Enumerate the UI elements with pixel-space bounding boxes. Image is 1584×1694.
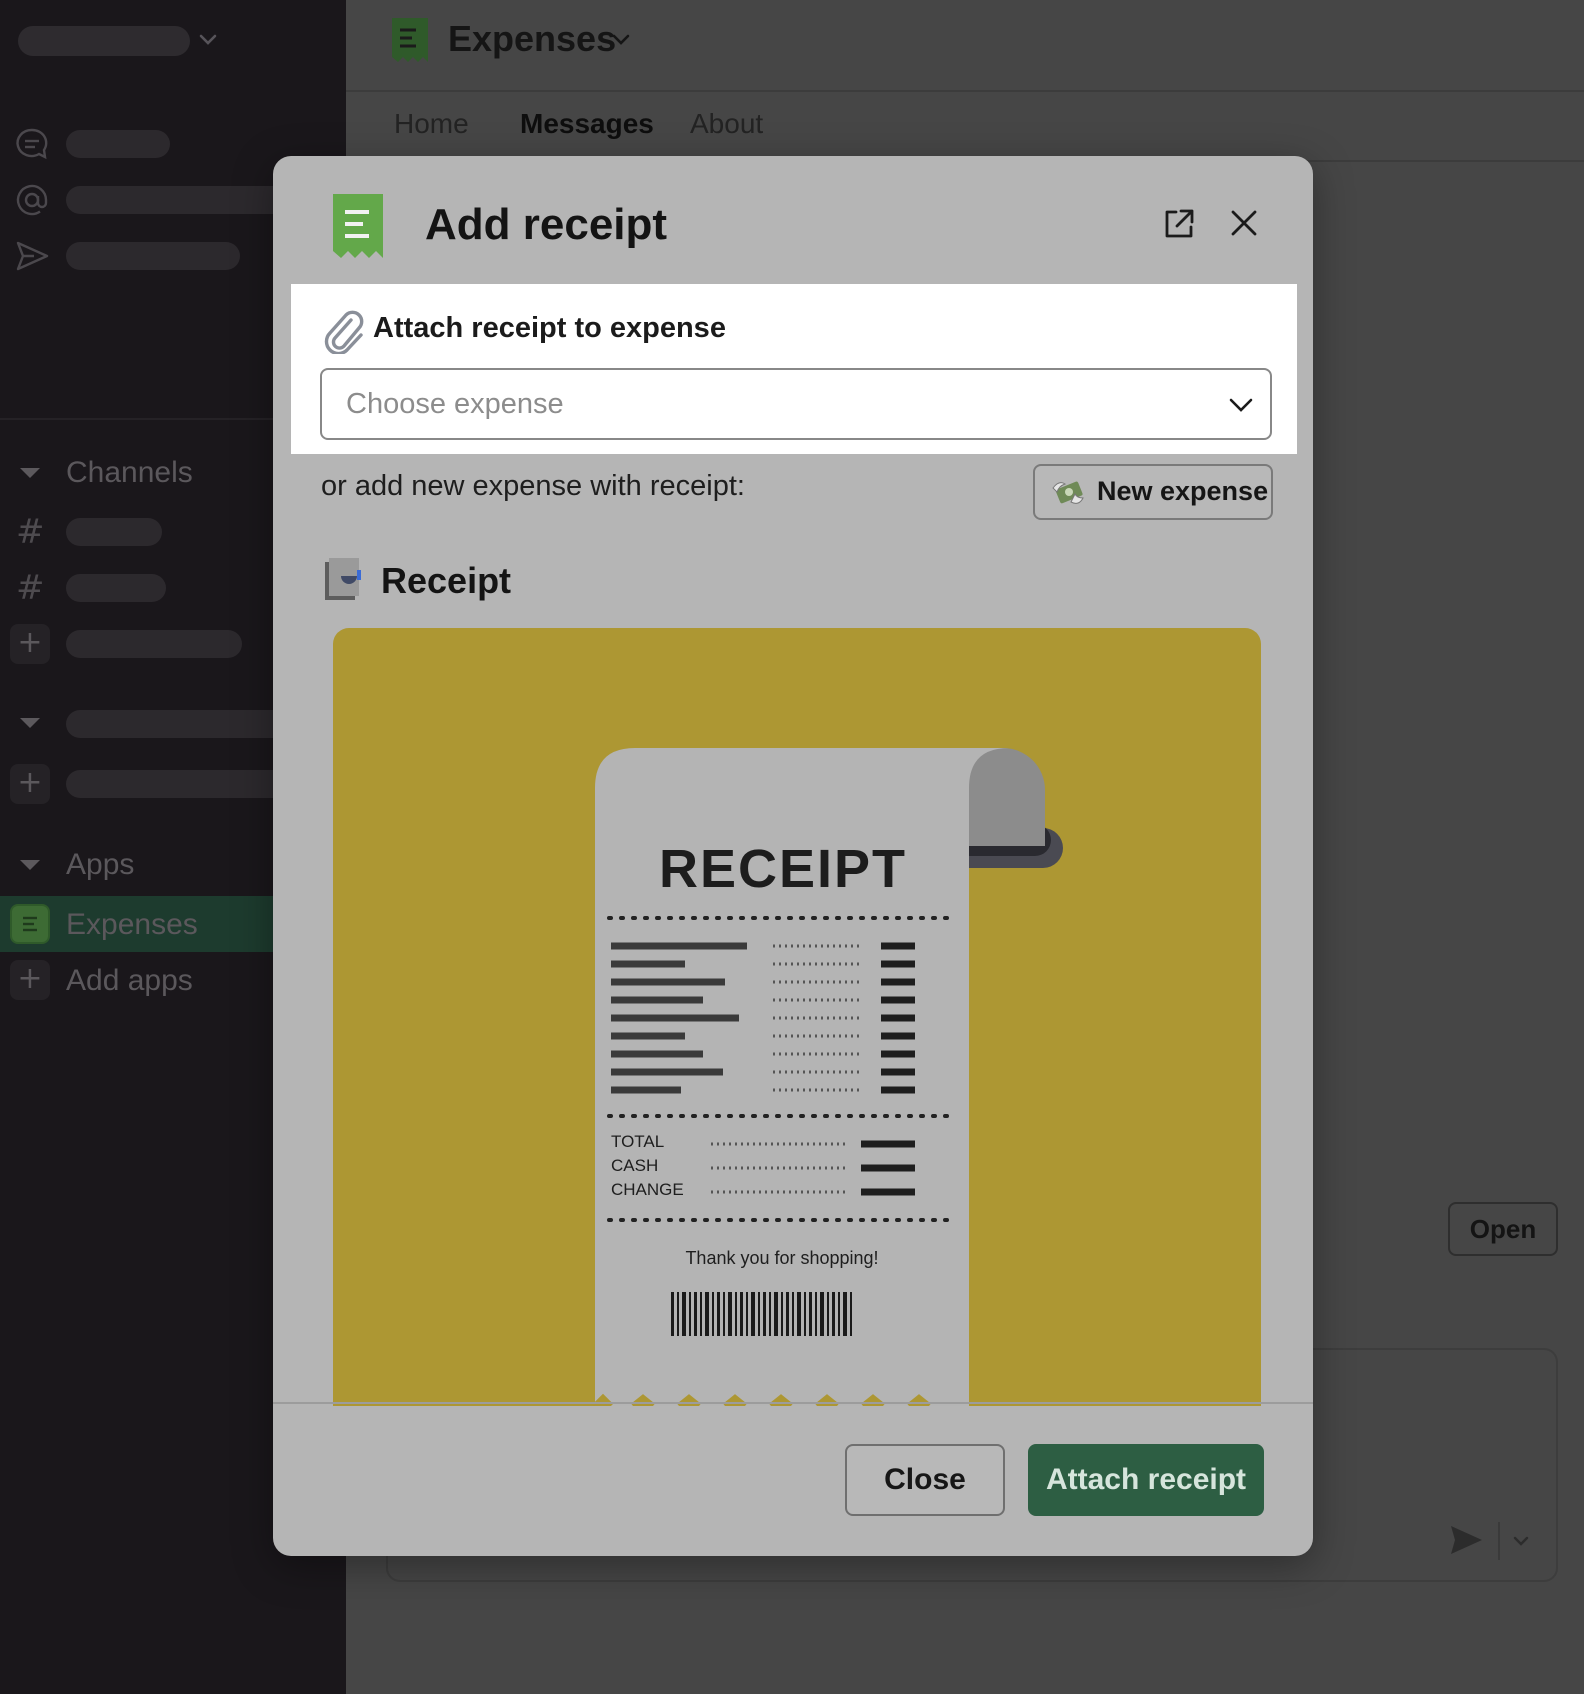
receipt-total-label: TOTAL: [611, 1132, 665, 1151]
attach-receipt-label: Attach receipt to expense: [373, 312, 726, 344]
expenses-logo-icon: [333, 194, 383, 258]
chevron-down-icon[interactable]: [1510, 1530, 1532, 1552]
chevron-down-icon[interactable]: [1228, 394, 1254, 416]
choose-expense-select[interactable]: Choose expense: [320, 368, 1272, 440]
mentions-icon[interactable]: [14, 182, 50, 218]
close-button[interactable]: Close: [845, 1444, 1005, 1516]
app-title[interactable]: Expenses: [448, 18, 616, 60]
chevron-down-icon[interactable]: [198, 26, 218, 54]
add-channel-icon[interactable]: +: [10, 624, 50, 664]
receipt-image: RECEIPT TOTAL CASH CHANGE Thank you for …: [333, 628, 1261, 1406]
tab-about[interactable]: About: [690, 108, 763, 140]
caret-down-icon[interactable]: [20, 718, 40, 728]
receipt-thanks: Thank you for shopping!: [685, 1248, 879, 1268]
caret-down-icon[interactable]: [20, 860, 40, 870]
receipt-lines: [607, 916, 951, 1336]
open-button[interactable]: Open: [1448, 1202, 1558, 1256]
nav-item-placeholder[interactable]: [66, 242, 240, 270]
sidebar-item-add-apps[interactable]: Add apps: [66, 964, 193, 998]
add-apps-icon[interactable]: +: [10, 960, 50, 1000]
composer-divider: [1498, 1522, 1500, 1560]
modal-title: Add receipt: [425, 200, 668, 249]
hash-icon: #: [16, 568, 45, 608]
receipt-document-icon: [325, 558, 361, 600]
attach-receipt-button[interactable]: Attach receipt: [1028, 1444, 1264, 1516]
send-message-icon[interactable]: [1448, 1522, 1484, 1558]
attach-expense-section: Attach receipt to expense Choose expense: [291, 284, 1297, 454]
threads-icon[interactable]: [14, 126, 50, 162]
receipt-cash-label: CASH: [611, 1156, 659, 1175]
sidebar-section-apps[interactable]: Apps: [66, 848, 134, 882]
modal-footer-divider: [273, 1402, 1313, 1404]
tab-messages[interactable]: Messages: [520, 108, 654, 140]
channel-placeholder[interactable]: [66, 518, 162, 546]
close-icon[interactable]: [1229, 208, 1259, 238]
tab-home[interactable]: Home: [394, 108, 469, 140]
add-icon[interactable]: +: [10, 764, 50, 804]
channel-placeholder[interactable]: [66, 574, 166, 602]
receipt-heading: Receipt: [381, 560, 512, 601]
expenses-logo-icon: [392, 18, 428, 62]
sidebar-item-expenses[interactable]: Expenses: [66, 908, 198, 942]
expenses-app-icon: [10, 904, 50, 944]
new-expense-label: New expense: [1097, 476, 1269, 506]
or-add-new-text: or add new expense with receipt:: [321, 470, 745, 502]
hash-icon: #: [16, 512, 45, 552]
receipt-change-label: CHANGE: [611, 1180, 684, 1199]
add-channel-placeholder[interactable]: [66, 630, 242, 658]
sidebar-section-channels[interactable]: Channels: [66, 456, 193, 490]
tab-bar: Home Messages About: [346, 92, 1584, 162]
add-receipt-modal: Add receipt Attach receipt to expense Ch…: [273, 156, 1313, 1556]
caret-down-icon[interactable]: [20, 468, 40, 478]
select-placeholder: Choose expense: [346, 388, 564, 420]
channel-header: Expenses: [346, 0, 1584, 92]
chevron-down-icon[interactable]: [610, 28, 632, 50]
open-in-new-window-icon[interactable]: [1161, 206, 1197, 242]
paperclip-icon: [324, 310, 364, 354]
new-expense-button[interactable]: New expense: [1033, 464, 1273, 520]
money-with-wings-icon: [1052, 481, 1084, 504]
workspace-name-placeholder[interactable]: [18, 26, 190, 56]
send-icon[interactable]: [14, 238, 50, 274]
nav-item-placeholder[interactable]: [66, 130, 170, 158]
